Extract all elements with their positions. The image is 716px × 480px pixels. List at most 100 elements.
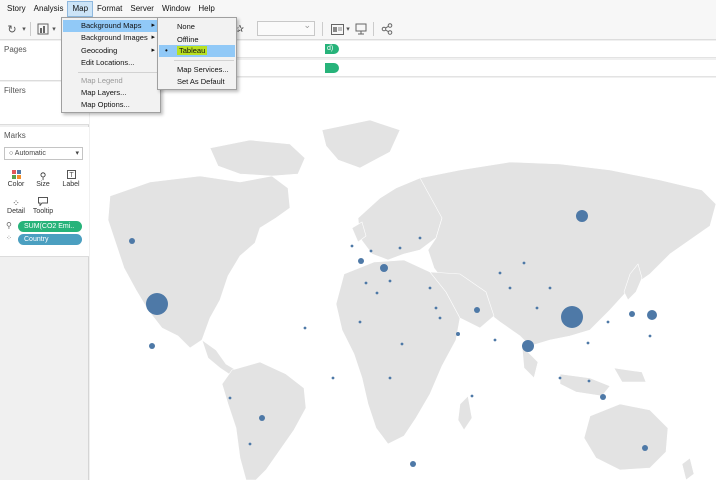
country-dot[interactable]	[364, 281, 368, 285]
country-dot[interactable]	[498, 271, 502, 275]
detail-button-label: Detail	[7, 208, 25, 215]
country-dot[interactable]	[400, 342, 404, 346]
country-bubble[interactable]	[358, 258, 364, 264]
country-bubble[interactable]	[146, 293, 168, 315]
menu-analysis[interactable]: Analysis	[30, 1, 68, 17]
country-dot[interactable]	[375, 291, 379, 295]
menu-item-map-options[interactable]: Map Options...	[63, 99, 159, 111]
new-guinea-land	[613, 367, 647, 383]
country-bubble[interactable]	[456, 332, 460, 336]
country-bubble[interactable]	[474, 307, 480, 313]
country-bubble[interactable]	[259, 415, 265, 421]
country-dot[interactable]	[493, 338, 497, 342]
country-dot[interactable]	[428, 286, 432, 290]
africa-land	[335, 259, 461, 445]
columns-pill[interactable]: d)	[325, 44, 339, 54]
country-dot[interactable]	[558, 376, 562, 380]
color-button-label: Color	[7, 181, 25, 188]
rows-pill[interactable]	[325, 63, 339, 73]
country-dot[interactable]	[648, 334, 652, 338]
color-button[interactable]: Color	[4, 164, 28, 188]
country-dot[interactable]	[303, 326, 307, 330]
country-bubble[interactable]	[129, 238, 135, 244]
country-dot[interactable]	[248, 442, 252, 446]
show-cards-icon[interactable]	[330, 21, 344, 37]
fit-selector[interactable]	[257, 20, 315, 36]
country-dot[interactable]	[350, 244, 354, 248]
detail-button[interactable]: ⁘ Detail	[4, 191, 28, 215]
submenu-arrow-icon: ▸	[151, 47, 155, 54]
label-button[interactable]: T Label	[59, 164, 83, 188]
menu-map[interactable]: Map	[67, 1, 94, 17]
map-view[interactable]	[90, 78, 716, 480]
marks-title: Marks	[4, 131, 26, 140]
new-worksheet-icon[interactable]	[36, 21, 50, 37]
show-cards-dropdown-icon[interactable]: ▾	[344, 21, 352, 37]
country-dot[interactable]	[586, 341, 590, 345]
menu-help[interactable]: Help	[194, 1, 218, 17]
menu-item-edit-locations[interactable]: Edit Locations...	[63, 57, 159, 69]
country-dot[interactable]	[587, 379, 591, 383]
country-bubble[interactable]	[629, 311, 635, 317]
country-bubble[interactable]	[410, 461, 416, 467]
country-bubble[interactable]	[561, 306, 583, 328]
share-icon[interactable]	[380, 21, 394, 37]
submenu-item-set-as-default[interactable]: Set As Default	[159, 76, 235, 88]
world-map[interactable]	[90, 78, 716, 480]
country-bubble[interactable]	[642, 445, 648, 451]
redo-icon[interactable]: ↻	[4, 21, 20, 37]
country-bubble[interactable]	[600, 394, 606, 400]
australia-land	[583, 403, 669, 471]
country-bubble[interactable]	[647, 310, 657, 320]
country-bubble[interactable]	[522, 340, 534, 352]
measure-pill[interactable]: SUM(CO2 Emi..	[18, 221, 82, 232]
menu-story[interactable]: Story	[3, 1, 30, 17]
menu-bar: Story Analysis Map Format Server Window …	[0, 0, 716, 18]
menu-item-background-images[interactable]: Background Images ▸	[63, 32, 159, 44]
country-dot[interactable]	[331, 376, 335, 380]
country-dot[interactable]	[606, 320, 610, 324]
size-encoding-icon: ⚲	[6, 221, 12, 230]
country-dot[interactable]	[522, 261, 526, 265]
detail-encoding-icon: ⁘	[6, 235, 12, 242]
country-dot[interactable]	[358, 320, 362, 324]
submenu-item-map-services[interactable]: Map Services...	[159, 64, 235, 76]
country-dot[interactable]	[438, 316, 442, 320]
new-worksheet-dropdown-icon[interactable]: ▾	[50, 21, 58, 37]
country-dot[interactable]	[418, 236, 422, 240]
submenu-separator	[174, 60, 234, 61]
menu-server[interactable]: Server	[126, 1, 158, 17]
mark-type-label: Automatic	[14, 150, 46, 157]
country-dot[interactable]	[398, 246, 402, 250]
country-dot[interactable]	[508, 286, 512, 290]
presentation-mode-icon[interactable]	[354, 21, 368, 37]
menu-item-geocoding[interactable]: Geocoding ▸	[63, 45, 159, 57]
menu-window[interactable]: Window	[158, 1, 194, 17]
country-bubble[interactable]	[380, 264, 388, 272]
country-bubble[interactable]	[149, 343, 155, 349]
country-dot[interactable]	[388, 279, 392, 283]
arctic-islands-land	[209, 139, 306, 177]
map-menu: Background Maps ▸ Background Images ▸ Ge…	[61, 17, 161, 113]
country-dot[interactable]	[228, 396, 232, 400]
country-dot[interactable]	[470, 394, 474, 398]
south-america-land	[221, 361, 307, 480]
dimension-pill[interactable]: Country	[18, 234, 82, 245]
country-dot[interactable]	[548, 286, 552, 290]
country-dot[interactable]	[434, 306, 438, 310]
size-button[interactable]: ⚲ Size	[31, 164, 55, 188]
toolbar-separator	[30, 22, 31, 36]
madagascar-land	[457, 395, 473, 431]
menu-format[interactable]: Format	[93, 1, 126, 17]
submenu-item-tableau[interactable]: • Tableau	[159, 45, 235, 57]
menu-item-map-layers[interactable]: Map Layers...	[63, 87, 159, 99]
country-bubble[interactable]	[576, 210, 588, 222]
menu-item-background-maps[interactable]: Background Maps ▸	[63, 20, 159, 32]
country-dot[interactable]	[369, 249, 373, 253]
country-dot[interactable]	[535, 306, 539, 310]
tooltip-button[interactable]: Tooltip	[31, 191, 55, 215]
submenu-item-none[interactable]: None	[159, 21, 235, 33]
mark-type-dropdown[interactable]: ○ Automatic ▾	[4, 147, 83, 160]
redo-dropdown-icon[interactable]: ▾	[20, 21, 28, 37]
country-dot[interactable]	[388, 376, 392, 380]
